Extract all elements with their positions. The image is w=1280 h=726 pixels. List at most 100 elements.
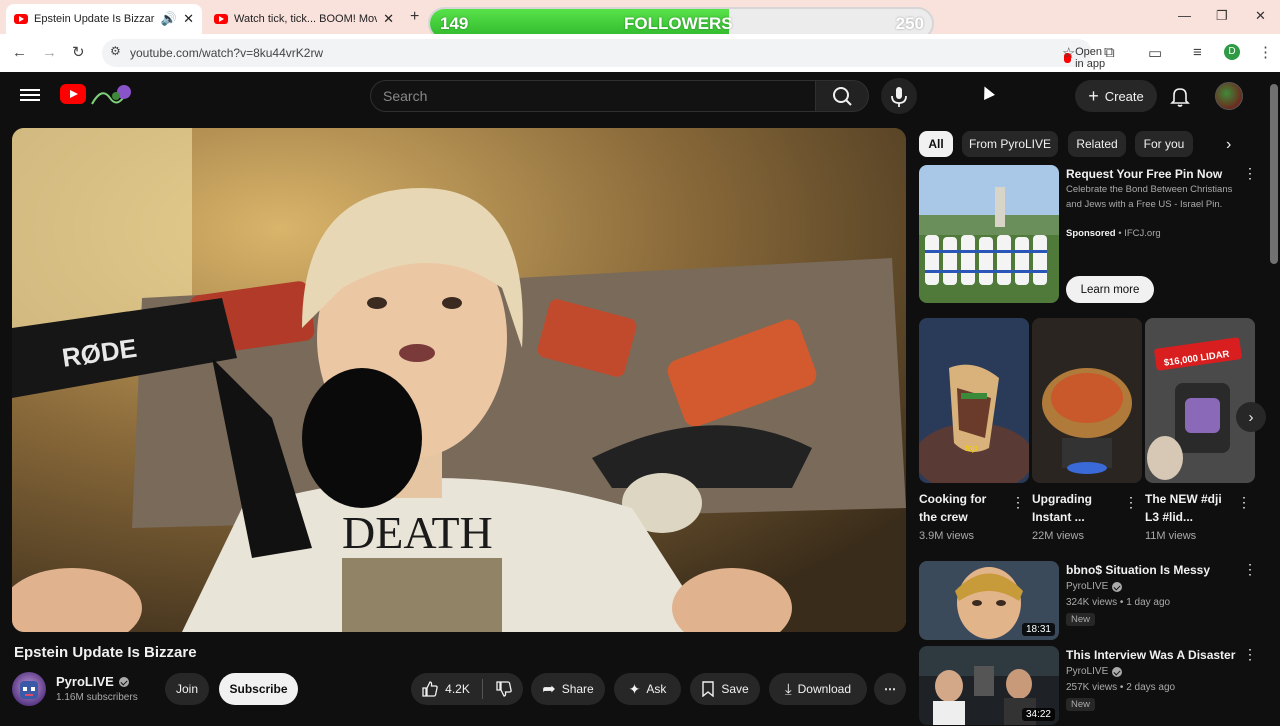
short-menu-icon[interactable]: ⋮ bbox=[1237, 494, 1251, 511]
ad-thumbnail[interactable] bbox=[919, 165, 1059, 303]
chips-next-chevron-icon[interactable]: › bbox=[1226, 136, 1231, 154]
short-overlay-text: top bbox=[965, 443, 978, 453]
close-tab-icon[interactable]: ✕ bbox=[183, 11, 194, 27]
video-channel[interactable]: PyroLIVE bbox=[1066, 666, 1123, 677]
close-window-button[interactable]: ✕ bbox=[1255, 8, 1266, 24]
ad-thumbnail-art bbox=[919, 165, 1059, 303]
youtube-logo[interactable] bbox=[60, 84, 86, 104]
notifications-bell-icon[interactable] bbox=[1168, 84, 1192, 108]
short-card[interactable]: Upgrading Instant ... 22M views ⋮ bbox=[1032, 318, 1142, 542]
video-thumbnail[interactable]: 18:31 bbox=[919, 561, 1059, 640]
url-text[interactable]: youtube.com/watch?v=8ku44vrK2rw bbox=[130, 46, 323, 60]
video-frame: DEATH RØDE bbox=[12, 128, 906, 632]
short-thumbnail[interactable]: $16,000 LIDAR bbox=[1145, 318, 1255, 483]
short-thumbnail[interactable] bbox=[1032, 318, 1142, 483]
chip-for-you[interactable]: For you bbox=[1135, 131, 1193, 157]
recommended-video[interactable]: 18:31 bbno$ Situation Is Messy PyroLIVE … bbox=[919, 561, 1259, 641]
channel-avatar[interactable] bbox=[12, 672, 46, 706]
video-meta: 324K views • 1 day ago bbox=[1066, 597, 1171, 608]
search-button[interactable] bbox=[815, 80, 869, 112]
chip-related[interactable]: Related bbox=[1068, 131, 1126, 157]
plus-icon: + bbox=[1088, 85, 1099, 106]
more-actions-button[interactable]: ⋯ bbox=[874, 673, 906, 705]
short-title[interactable]: Upgrading Instant ... bbox=[1032, 490, 1120, 526]
bookmark-star-icon[interactable]: ☆ bbox=[1062, 44, 1075, 62]
short-menu-icon[interactable]: ⋮ bbox=[1011, 494, 1025, 511]
like-button[interactable]: 4.2K bbox=[421, 680, 470, 698]
new-tab-button[interactable]: + bbox=[410, 8, 419, 26]
video-thumbnail[interactable]: 34:22 bbox=[919, 646, 1059, 725]
sparkle-icon: ✦ bbox=[628, 680, 641, 697]
learn-more-button[interactable]: Learn more bbox=[1066, 276, 1154, 303]
short-menu-icon[interactable]: ⋮ bbox=[1124, 494, 1138, 511]
recommended-video[interactable]: 34:22 This Interview Was A Disaster Pyro… bbox=[919, 646, 1259, 726]
ask-label: Ask bbox=[646, 682, 667, 696]
short-thumbnail-art: top bbox=[919, 318, 1029, 483]
extensions-icon[interactable]: ⧉ bbox=[1104, 44, 1115, 61]
short-title[interactable]: Cooking for the crew bbox=[919, 490, 1007, 526]
media-controls-icon[interactable]: ≡ bbox=[1193, 44, 1202, 61]
ask-button[interactable]: ✦ Ask bbox=[614, 673, 681, 705]
channel-name-text: PyroLIVE bbox=[56, 674, 114, 689]
download-button[interactable]: ⤓ Download bbox=[769, 673, 867, 705]
channel-name-text: PyroLIVE bbox=[1066, 666, 1109, 677]
back-icon[interactable]: ← bbox=[12, 44, 27, 61]
reload-icon[interactable]: ↻ bbox=[72, 43, 85, 61]
video-player[interactable]: DEATH RØDE bbox=[12, 128, 906, 632]
short-title[interactable]: The NEW #dji L3 #lid... bbox=[1145, 490, 1233, 526]
new-badge: New bbox=[1066, 698, 1096, 711]
create-button[interactable]: + Create bbox=[1075, 80, 1157, 112]
short-card[interactable]: top Cooking for the crew 3.9M views ⋮ bbox=[919, 318, 1029, 542]
like-dislike-group: 4.2K bbox=[411, 673, 523, 705]
verified-check-icon bbox=[1112, 581, 1123, 592]
address-bar[interactable]: ⚙ youtube.com/watch?v=8ku44vrK2rw Open i… bbox=[102, 39, 1105, 70]
like-count: 4.2K bbox=[445, 682, 470, 696]
ad-title[interactable]: Request Your Free Pin Now bbox=[1066, 167, 1222, 181]
close-tab-icon[interactable]: ✕ bbox=[383, 11, 394, 27]
menu-icon[interactable] bbox=[20, 86, 40, 104]
search-input[interactable] bbox=[371, 81, 815, 111]
site-info-icon[interactable]: ⚙ bbox=[110, 44, 121, 58]
video-menu-icon[interactable]: ⋮ bbox=[1243, 561, 1257, 578]
youtube-doodle-logo[interactable] bbox=[88, 80, 136, 110]
thumbs-down-icon[interactable] bbox=[495, 680, 513, 698]
minimize-button[interactable]: — bbox=[1178, 8, 1191, 23]
chip-from-pyrolive[interactable]: From PyroLIVE bbox=[962, 131, 1058, 157]
shorts-next-chevron-icon[interactable]: › bbox=[1236, 402, 1266, 432]
tab-tick-tick-boom[interactable]: Watch tick, tick... BOOM! Movie ✕ bbox=[206, 4, 402, 34]
share-label: Share bbox=[561, 682, 594, 696]
download-label: Download bbox=[797, 682, 851, 696]
join-button[interactable]: Join bbox=[165, 673, 209, 705]
subscribe-button[interactable]: Subscribe bbox=[219, 673, 298, 705]
video-channel[interactable]: PyroLIVE bbox=[1066, 581, 1123, 592]
video-title[interactable]: This Interview Was A Disaster bbox=[1066, 648, 1235, 662]
mouth bbox=[399, 344, 435, 362]
short-card[interactable]: $16,000 LIDAR The NEW #dji L3 #lid... 11… bbox=[1145, 318, 1255, 542]
speaker-icon[interactable]: 🔊 bbox=[161, 11, 177, 27]
chip-all[interactable]: All bbox=[919, 131, 953, 157]
left-eye bbox=[367, 297, 387, 309]
search-box[interactable] bbox=[370, 80, 816, 112]
profile-icon[interactable]: D bbox=[1224, 44, 1240, 60]
share-button[interactable]: ➦ Share bbox=[531, 673, 605, 705]
video-title[interactable]: bbno$ Situation Is Messy bbox=[1066, 563, 1210, 577]
browser-menu-icon[interactable]: ⋮ bbox=[1258, 43, 1273, 61]
channel-name[interactable]: PyroLIVE bbox=[56, 674, 129, 689]
split-view-icon[interactable]: ▭ bbox=[1148, 44, 1162, 62]
ad-meta: Sponsored • IFCJ.org bbox=[1066, 228, 1161, 239]
tab-title: Epstein Update Is Bizzare - Y bbox=[34, 13, 155, 25]
bookmark-icon bbox=[702, 681, 715, 697]
forward-icon[interactable]: → bbox=[42, 44, 57, 61]
maximize-button[interactable]: ❐ bbox=[1216, 8, 1228, 24]
tab-epstein-update[interactable]: Epstein Update Is Bizzare - Y 🔊 ✕ bbox=[6, 4, 202, 34]
account-avatar[interactable] bbox=[1215, 82, 1243, 110]
short-thumbnail[interactable]: top bbox=[919, 318, 1029, 483]
page-scrollbar[interactable] bbox=[1270, 84, 1278, 264]
short-views: 22M views bbox=[1032, 530, 1084, 542]
voice-search-button[interactable] bbox=[881, 78, 917, 114]
video-menu-icon[interactable]: ⋮ bbox=[1243, 646, 1257, 663]
ad-menu-icon[interactable]: ⋮ bbox=[1243, 165, 1257, 182]
verified-check-icon bbox=[118, 676, 129, 687]
save-button[interactable]: Save bbox=[690, 673, 760, 705]
verified-check-icon bbox=[1112, 666, 1123, 677]
